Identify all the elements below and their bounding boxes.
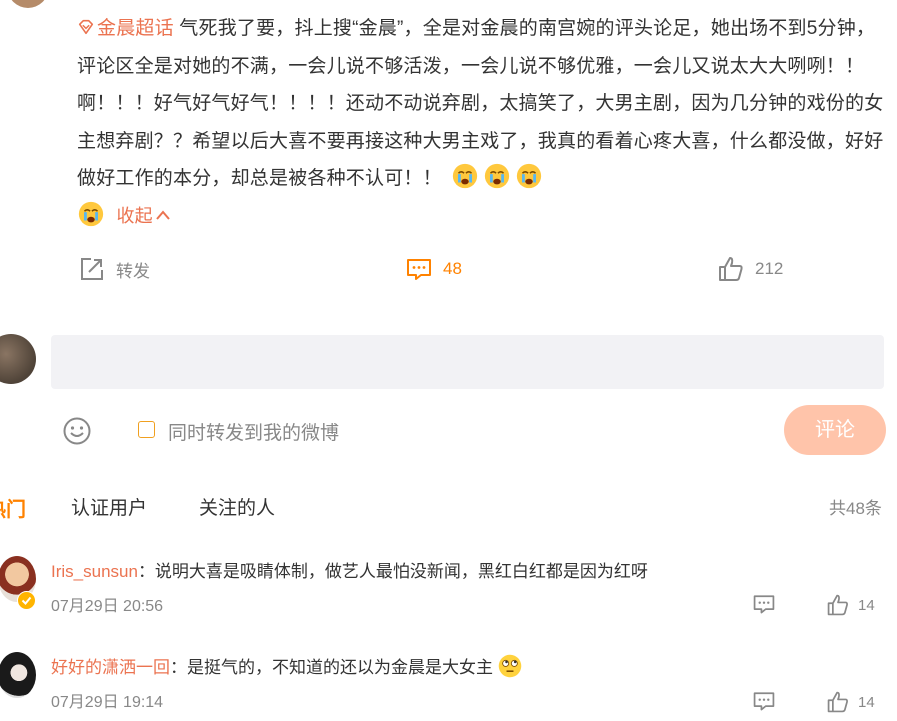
- like-count: 212: [755, 259, 784, 278]
- comment-input[interactable]: [51, 335, 884, 389]
- collapse-link[interactable]: 收起: [116, 206, 170, 226]
- tab-following[interactable]: 关注的人: [199, 493, 275, 520]
- repost-checkbox[interactable]: [138, 421, 155, 438]
- repost-button[interactable]: 转发: [78, 255, 150, 283]
- submit-comment-button[interactable]: 评论: [784, 405, 886, 455]
- comment-icon[interactable]: [752, 592, 776, 616]
- cry-emoji-icon: [78, 201, 104, 226]
- thumbs-up-icon: [827, 594, 848, 616]
- cry-emoji-icon: [517, 163, 542, 189]
- comment-like-button[interactable]: 14: [826, 690, 875, 714]
- tab-hot-label[interactable]: 热门: [0, 499, 26, 521]
- avatar[interactable]: [8, 0, 48, 8]
- post-text: 金晨超话 气死我了要，抖上搜“金晨”，全是对金晨的南宫婉的评头论足，她出场不到5…: [77, 10, 885, 235]
- comment-like-count: 14: [858, 596, 875, 614]
- smile-icon[interactable]: [62, 416, 92, 446]
- like-button[interactable]: 212: [717, 255, 783, 283]
- chevron-up-icon: [156, 209, 170, 220]
- tab-hot[interactable]: 热门: [0, 493, 26, 522]
- comment-icon: [407, 259, 431, 280]
- verified-badge: [17, 591, 36, 610]
- avatar[interactable]: [0, 334, 36, 384]
- share-icon: [81, 258, 103, 280]
- repost-checkbox-label[interactable]: 同时转发到我的微博: [168, 418, 339, 445]
- comment-total: 共48条: [829, 499, 882, 518]
- comment-author[interactable]: 好好的潇洒一回: [51, 658, 170, 677]
- thumbs-up-icon: [719, 257, 743, 281]
- topic-label[interactable]: 金晨超话: [97, 18, 174, 39]
- comment-time: 07月29日 20:56: [51, 598, 164, 615]
- collapse-label[interactable]: 收起: [116, 206, 152, 226]
- avatar[interactable]: [0, 652, 36, 698]
- cry-emoji-icon: [485, 163, 510, 189]
- comment-text: ：是挺气的，不知道的还以为金晨是大女主: [170, 658, 493, 677]
- eye-roll-emoji-icon: [498, 654, 522, 678]
- list-item: 好好的潇洒一回：是挺气的，不知道的还以为金晨是大女主: [51, 653, 523, 679]
- comment-button[interactable]: 48: [405, 255, 462, 283]
- cry-emoji-icon: [453, 163, 478, 189]
- repost-label: 转发: [116, 261, 150, 281]
- thumbs-up-icon: [827, 691, 848, 713]
- comment-like-button[interactable]: 14: [826, 593, 875, 617]
- list-item: Iris_sunsun：说明大喜是吸睛体制，做艺人最怕没新闻，黑红白红都是因为红…: [51, 557, 648, 582]
- comment-like-count: 14: [858, 693, 875, 711]
- tab-verified-users[interactable]: 认证用户: [71, 493, 147, 520]
- post-content: 气死我了要，抖上搜“金晨”，全是对金晨的南宫婉的评头论足，她出场不到5分钟，评论…: [77, 18, 884, 189]
- comment-icon[interactable]: [752, 689, 776, 713]
- comment-time: 07月29日 19:14: [51, 694, 164, 711]
- diamond-icon: [78, 19, 94, 35]
- comment-count: 48: [443, 259, 462, 278]
- topic-link[interactable]: 金晨超话: [77, 18, 174, 39]
- comment-author[interactable]: Iris_sunsun: [51, 562, 138, 581]
- comment-text: ：说明大喜是吸睛体制，做艺人最怕没新闻，黑红白红都是因为红呀: [137, 562, 648, 581]
